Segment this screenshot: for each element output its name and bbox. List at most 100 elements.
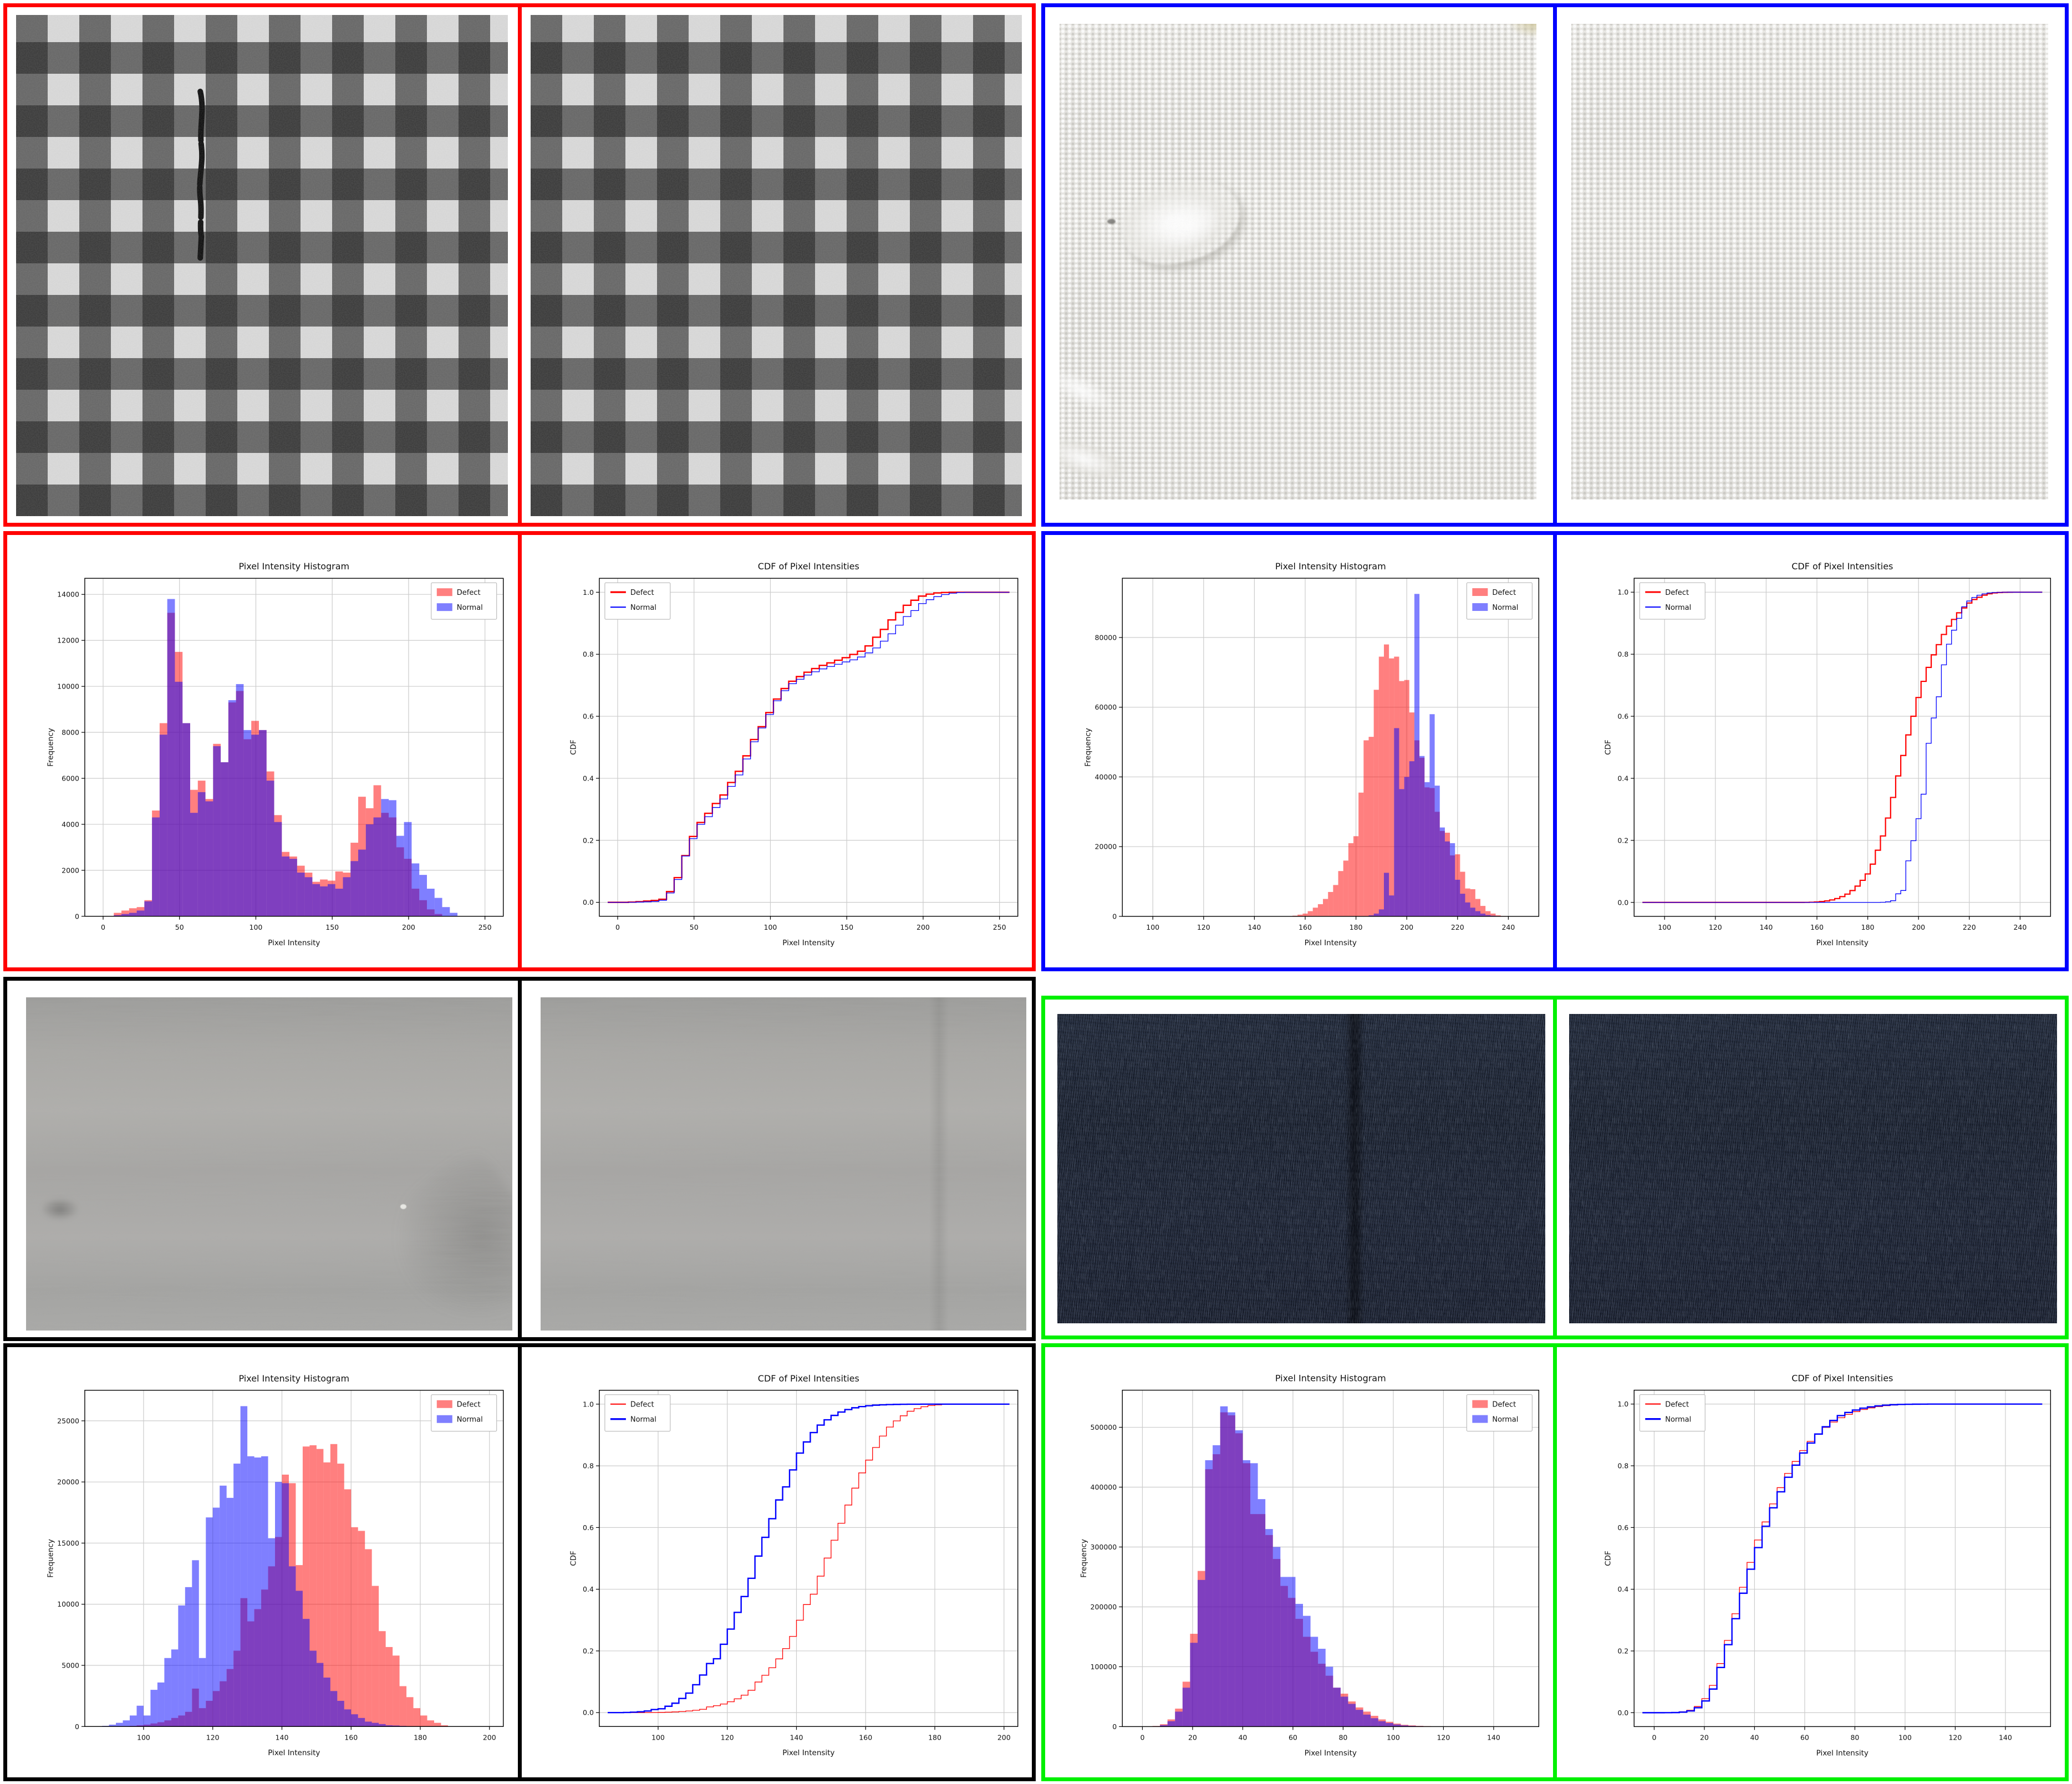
svg-text:Pixel Intensity: Pixel Intensity: [1305, 1749, 1357, 1757]
svg-text:CDF: CDF: [569, 740, 578, 755]
cdf-chart: 100 120 140 160 180 200 0.0 0.2 0.4 0.6 0.8 1.0 Pixe…: [522, 1347, 1032, 1777]
svg-text:0: 0: [1652, 1733, 1656, 1741]
svg-text:100: 100: [1658, 923, 1671, 931]
svg-text:160: 160: [1810, 923, 1824, 931]
chart-pair-box: 100 120 140 160 180 200 220 240 0 20000 40000 60000…: [1041, 531, 2069, 971]
fray-threads: [1060, 430, 1129, 488]
fabric-grain-noise: [540, 997, 1026, 1331]
fabric-grain-noise: [1060, 24, 1536, 499]
svg-text:20: 20: [1700, 1733, 1709, 1741]
svg-text:120: 120: [1709, 923, 1722, 931]
svg-text:Pixel Intensity Histogram: Pixel Intensity Histogram: [239, 561, 350, 572]
panel-divider: [1553, 7, 1557, 523]
gray-cloth-defect-fabric-image: [26, 997, 512, 1331]
svg-text:0.6: 0.6: [583, 712, 594, 721]
svg-text:0.2: 0.2: [1617, 1647, 1628, 1655]
histogram-cell: 0 50 100 150 200 250 0 2000 4000 6000 8000 10000 120…: [7, 535, 518, 967]
svg-text:Defect: Defect: [630, 1401, 654, 1409]
svg-text:Pixel Intensity: Pixel Intensity: [782, 939, 834, 947]
white-weave-defect-fabric-image: [1060, 24, 1536, 499]
svg-text:Pixel Intensity Histogram: Pixel Intensity Histogram: [239, 1373, 350, 1384]
chart-pair-box: 100 120 140 160 180 200 0 5000 10000 15000 20000 25…: [3, 1343, 1036, 1781]
texture-pair-box: [3, 3, 1036, 527]
svg-text:Normal: Normal: [457, 1416, 483, 1424]
svg-text:Pixel Intensity: Pixel Intensity: [1305, 939, 1357, 947]
histogram-cell: 100 120 140 160 180 200 0 5000 10000 15000 20000 25…: [7, 1347, 518, 1777]
svg-text:CDF: CDF: [569, 1551, 578, 1566]
svg-text:200: 200: [1912, 923, 1925, 931]
svg-text:Defect: Defect: [1492, 589, 1516, 597]
texture-pair-box: [1041, 996, 2069, 1339]
panel-divider: [1553, 535, 1557, 967]
svg-text:Normal: Normal: [630, 1416, 656, 1424]
svg-text:60: 60: [1800, 1733, 1809, 1741]
svg-text:CDF: CDF: [1604, 740, 1613, 755]
svg-text:100: 100: [1898, 1733, 1912, 1741]
svg-text:100: 100: [137, 1733, 150, 1741]
svg-text:100: 100: [250, 923, 263, 931]
svg-text:Pixel Intensity: Pixel Intensity: [268, 1749, 320, 1757]
pixel-intensity-histogram: 0 20 40 60 80 100 120 140 0 100000 200000 300000 400…: [1045, 1347, 1553, 1777]
svg-text:25000: 25000: [57, 1416, 79, 1425]
defect-scratch-mark: [197, 88, 205, 261]
svg-text:100: 100: [763, 923, 777, 931]
svg-text:CDF of Pixel Intensities: CDF of Pixel Intensities: [757, 1373, 859, 1384]
cdf-chart: 0 20 40 60 80 100 120 140 0.0 0.2 0.4 0.6 0.8 1.0 Pixe…: [1557, 1347, 2065, 1777]
svg-text:Defect: Defect: [1492, 1401, 1516, 1409]
svg-text:0.4: 0.4: [1617, 774, 1628, 782]
panel-divider: [1553, 1000, 1557, 1336]
svg-text:10000: 10000: [57, 682, 79, 691]
chart-pair-box: 0 50 100 150 200 250 0 2000 4000 6000 8000 10000 120…: [3, 531, 1036, 971]
defect-image-cell: [1045, 1000, 1553, 1336]
fray-threads: [1060, 361, 1119, 419]
svg-text:500000: 500000: [1091, 1423, 1117, 1431]
svg-text:120: 120: [1197, 923, 1210, 931]
svg-text:0.8: 0.8: [1617, 1461, 1628, 1470]
svg-text:Normal: Normal: [457, 604, 483, 612]
cdf-cell: 0 50 100 150 200 250 0.0 0.2 0.4 0.6 0.8 1.0 Pixel I…: [522, 535, 1032, 967]
svg-text:0.0: 0.0: [1617, 1709, 1628, 1717]
svg-text:Defect: Defect: [457, 589, 481, 597]
svg-text:0.8: 0.8: [583, 1462, 594, 1470]
svg-text:0.4: 0.4: [583, 1585, 594, 1593]
svg-text:150: 150: [840, 923, 853, 931]
fabric-grain-noise: [1057, 1014, 1545, 1323]
svg-text:Frequency: Frequency: [1084, 728, 1093, 767]
svg-text:0.4: 0.4: [583, 774, 594, 782]
defect-dark-band: [1345, 1014, 1365, 1323]
svg-text:1.0: 1.0: [1617, 1400, 1628, 1408]
white-weave-normal-fabric-image: [1571, 24, 2048, 499]
svg-text:140: 140: [276, 1733, 289, 1741]
svg-text:300000: 300000: [1091, 1543, 1117, 1551]
svg-text:40: 40: [1750, 1733, 1759, 1741]
svg-text:0: 0: [615, 923, 619, 931]
normal-image-cell: [522, 981, 1032, 1337]
svg-text:200: 200: [483, 1733, 496, 1741]
svg-text:0: 0: [1140, 1733, 1144, 1741]
fabric-grain-noise: [1569, 1014, 2057, 1323]
defect-dark-speck: [1107, 218, 1116, 224]
svg-text:0.0: 0.0: [583, 898, 594, 906]
svg-text:60000: 60000: [1094, 703, 1117, 711]
panel-divider: [517, 981, 522, 1337]
svg-text:140: 140: [790, 1733, 803, 1741]
gingham-defect-fabric-image: [16, 15, 508, 516]
svg-text:0.8: 0.8: [1617, 650, 1628, 659]
svg-text:140: 140: [1999, 1733, 2012, 1741]
quadrant-gray-cloth: 100 120 140 160 180 200 0 5000 10000 15000 20000 25…: [3, 977, 1036, 1781]
svg-text:2000: 2000: [62, 866, 79, 874]
svg-text:15000: 15000: [57, 1539, 79, 1547]
defect-image-cell: [7, 7, 518, 523]
svg-text:Frequency: Frequency: [46, 1539, 55, 1578]
svg-text:0.6: 0.6: [583, 1523, 594, 1532]
panel-divider: [517, 1347, 522, 1777]
svg-text:180: 180: [414, 1733, 427, 1741]
pixel-intensity-histogram: 100 120 140 160 180 200 0 5000 10000 15000 20000 25…: [7, 1347, 518, 1777]
svg-text:Normal: Normal: [630, 604, 656, 612]
svg-text:180: 180: [1350, 923, 1363, 931]
quadrant-white-weave: 100 120 140 160 180 200 220 240 0 20000 40000 60000…: [1041, 3, 2069, 971]
svg-text:0.0: 0.0: [1617, 898, 1628, 906]
svg-text:40000: 40000: [1094, 773, 1117, 781]
fabric-fold-shadow: [359, 1143, 512, 1331]
svg-text:160: 160: [344, 1733, 358, 1741]
